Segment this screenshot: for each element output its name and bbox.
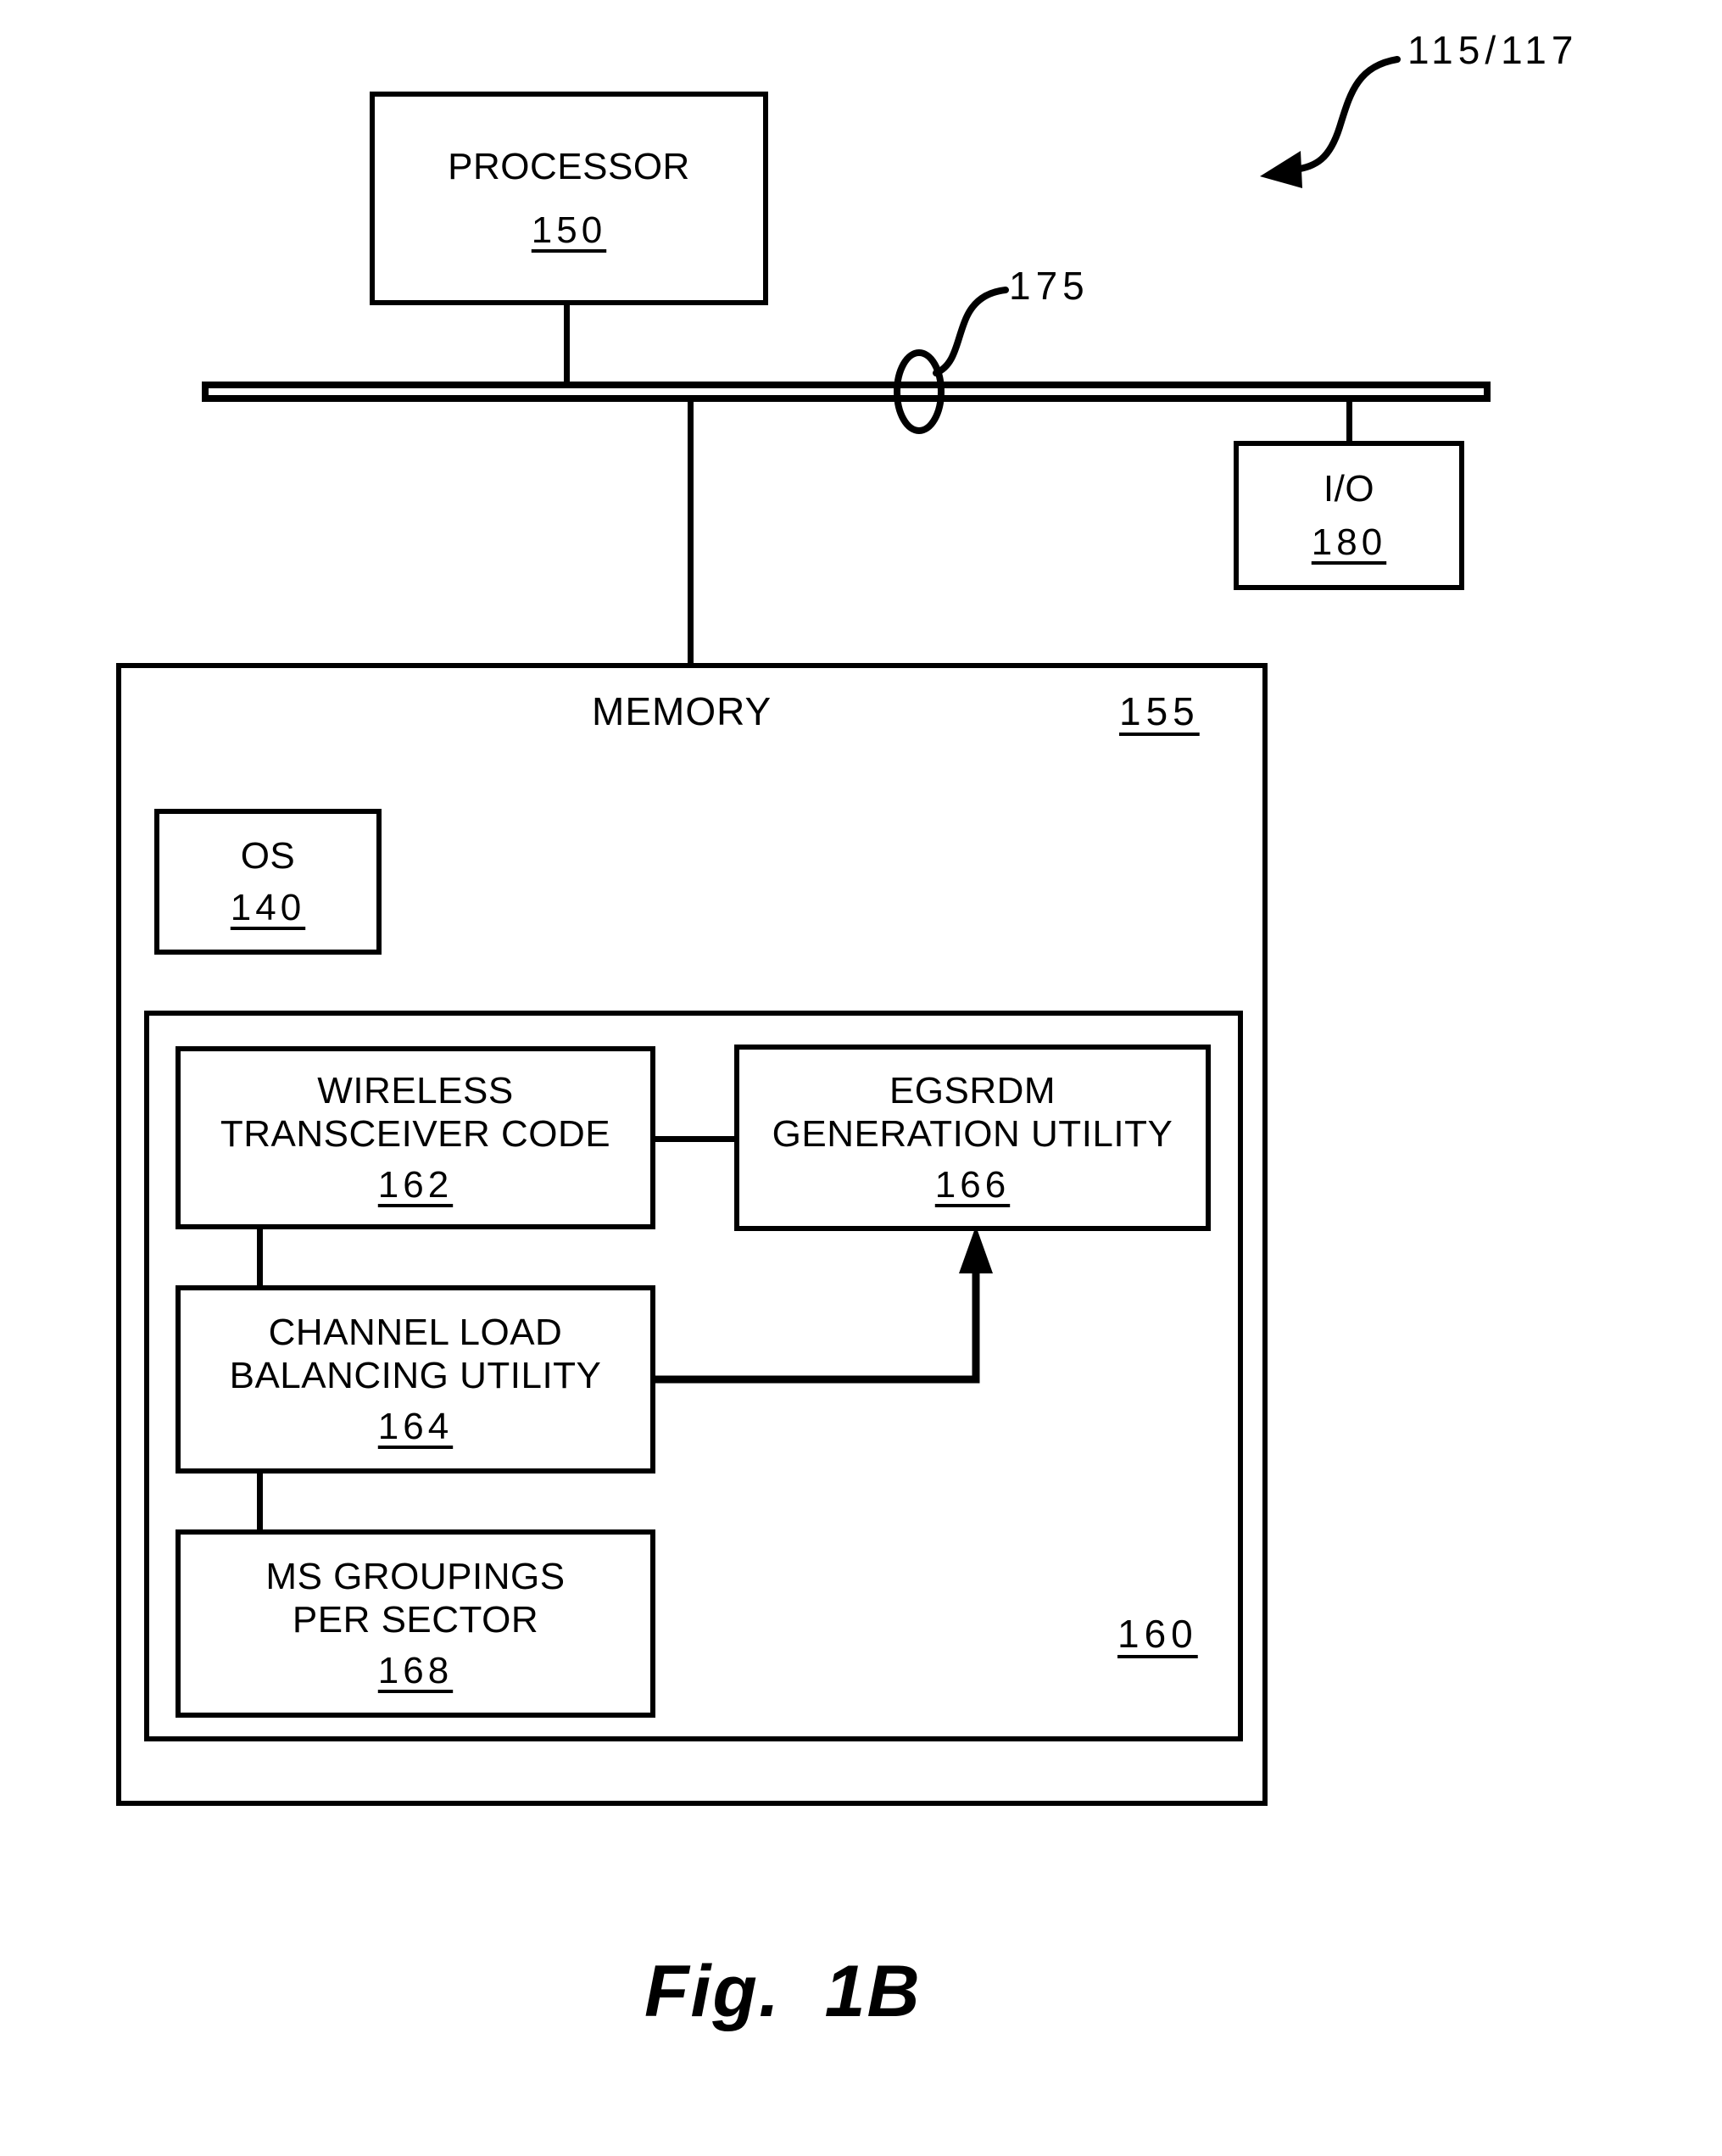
connector-bus-to-io <box>1346 398 1352 446</box>
channel-load-balancing-utility-title: CHANNEL LOAD BALANCING UTILITY <box>229 1311 602 1396</box>
reference-label-175: 175 <box>1009 264 1089 308</box>
connector-162-to-166 <box>653 1136 738 1142</box>
processor-title: PROCESSOR <box>448 146 690 188</box>
wireless-transceiver-code-ref: 162 <box>377 1164 454 1206</box>
memory-ref: 155 <box>1119 689 1200 733</box>
io-title: I/O <box>1323 468 1375 510</box>
system-bus <box>202 382 1491 402</box>
leader-curve-175 <box>933 287 1009 376</box>
os-ref: 140 <box>230 886 306 928</box>
connector-164-to-168 <box>257 1472 263 1533</box>
ms-groupings-per-sector-block: MS GROUPINGS PER SECTOR 168 <box>176 1529 655 1718</box>
memory-title: MEMORY <box>592 689 772 733</box>
io-block: I/O 180 <box>1234 441 1464 590</box>
figure-canvas: 115/117 PROCESSOR 150 175 I/O 180 MEMORY… <box>0 0 1722 2156</box>
os-block: OS 140 <box>154 809 382 955</box>
software-container-ref: 160 <box>1117 1612 1198 1656</box>
channel-load-balancing-utility-block: CHANNEL LOAD BALANCING UTILITY 164 <box>176 1285 655 1474</box>
channel-load-balancing-utility-ref: 164 <box>377 1406 454 1448</box>
io-ref: 180 <box>1311 521 1387 563</box>
figure-caption: Fig. 1B <box>644 1951 922 2032</box>
ms-groupings-per-sector-ref: 168 <box>377 1650 454 1692</box>
ms-groupings-per-sector-title: MS GROUPINGS PER SECTOR <box>265 1555 566 1641</box>
processor-ref: 150 <box>531 209 607 251</box>
wireless-transceiver-code-title: WIRELESS TRANSCEIVER CODE <box>220 1069 611 1155</box>
egsrdm-generation-utility-ref: 166 <box>934 1164 1011 1206</box>
egsrdm-generation-utility-block: EGSRDM GENERATION UTILITY 166 <box>734 1045 1211 1231</box>
egsrdm-generation-utility-title: EGSRDM GENERATION UTILITY <box>772 1069 1173 1155</box>
os-title: OS <box>240 835 296 877</box>
leader-arrowhead-115-117 <box>1260 151 1302 188</box>
connector-processor-to-bus <box>564 302 570 387</box>
connector-162-to-164 <box>257 1228 263 1289</box>
processor-block: PROCESSOR 150 <box>370 92 768 305</box>
wireless-transceiver-code-block: WIRELESS TRANSCEIVER CODE 162 <box>176 1046 655 1229</box>
connector-bus-to-memory <box>688 398 694 666</box>
leader-curve-115-117 <box>1292 56 1401 173</box>
reference-label-115-117: 115/117 <box>1407 28 1579 72</box>
